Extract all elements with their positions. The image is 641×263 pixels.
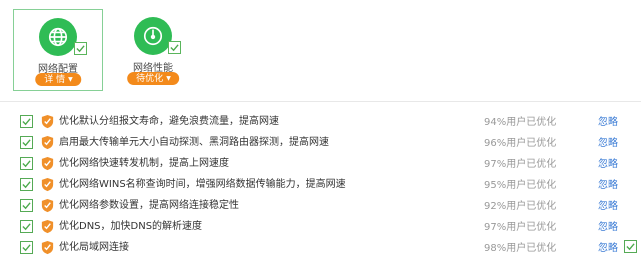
category-panel: 网络配置 详 情 ▼ 网络性能 待优化 ▼ xyxy=(0,0,641,102)
network-config-check-icon xyxy=(74,42,87,55)
item-description: 优化网络快速转发机制，提高上网速度 xyxy=(59,158,229,169)
item-checkbox[interactable] xyxy=(20,178,33,191)
item-description: 启用最大传输单元大小自动探测、黑洞路由器探测，提高网速 xyxy=(59,137,329,148)
item-description: 优化网络WINS名称查询时间，增强网络数据传输能力，提高网速 xyxy=(59,179,346,190)
shield-icon xyxy=(41,114,54,129)
network-config-card[interactable]: 网络配置 详 情 ▼ xyxy=(13,9,103,91)
item-description: 优化网络参数设置，提高网络连接稳定性 xyxy=(59,200,239,211)
shield-icon xyxy=(41,135,54,150)
ignore-link[interactable]: 忽略 xyxy=(598,158,618,172)
item-checkbox[interactable] xyxy=(20,157,33,170)
item-percent: 97%用户已优化 xyxy=(484,159,557,170)
ignore-link[interactable]: 忽略 xyxy=(598,221,618,235)
shield-icon xyxy=(41,198,54,213)
network-performance-card[interactable]: 网络性能 待优化 ▼ xyxy=(108,9,198,91)
details-button-label: 详 情 xyxy=(44,75,66,85)
ignore-link[interactable]: 忽略 xyxy=(598,242,618,256)
ignore-link[interactable]: 忽略 xyxy=(598,116,618,130)
item-percent: 96%用户已优化 xyxy=(484,138,557,149)
list-item: 启用最大传输单元大小自动探测、黑洞路由器探测，提高网速 96%用户已优化 忽略 xyxy=(0,133,641,153)
item-percent: 95%用户已优化 xyxy=(484,180,557,191)
network-performance-check-icon xyxy=(168,41,181,54)
shield-icon xyxy=(41,240,54,255)
divider xyxy=(0,101,641,102)
item-checkbox[interactable] xyxy=(20,220,33,233)
shield-icon xyxy=(41,219,54,234)
speedometer-icon xyxy=(134,17,172,55)
list-item: 优化DNS，加快DNS的解析速度 97%用户已优化 忽略 xyxy=(0,217,641,237)
item-checkbox[interactable] xyxy=(20,199,33,212)
ignore-link[interactable]: 忽略 xyxy=(598,137,618,151)
item-description: 优化局域网连接 xyxy=(59,242,129,253)
list-item: 优化网络快速转发机制，提高上网速度 97%用户已优化 忽略 xyxy=(0,154,641,174)
list-item: 优化网络参数设置，提高网络连接稳定性 92%用户已优化 忽略 xyxy=(0,196,641,216)
shield-icon xyxy=(41,177,54,192)
item-description: 优化默认分组报文寿命，避免浪费流量，提高网速 xyxy=(59,116,279,127)
pending-optimize-button[interactable]: 待优化 ▼ xyxy=(127,72,179,85)
item-percent: 97%用户已优化 xyxy=(484,222,557,233)
ignore-link[interactable]: 忽略 xyxy=(598,179,618,193)
details-button[interactable]: 详 情 ▼ xyxy=(35,73,81,86)
pending-optimize-label: 待优化 xyxy=(136,74,164,84)
item-percent: 94%用户已优化 xyxy=(484,117,557,128)
item-checkbox[interactable] xyxy=(20,136,33,149)
globe-icon xyxy=(39,18,77,56)
item-percent: 92%用户已优化 xyxy=(484,201,557,212)
select-all-checkbox[interactable] xyxy=(624,240,637,253)
ignore-link[interactable]: 忽略 xyxy=(598,200,618,214)
item-percent: 98%用户已优化 xyxy=(484,243,557,254)
shield-icon xyxy=(41,156,54,171)
list-item: 优化默认分组报文寿命，避免浪费流量，提高网速 94%用户已优化 忽略 xyxy=(0,112,641,132)
item-checkbox[interactable] xyxy=(20,241,33,254)
item-checkbox[interactable] xyxy=(20,115,33,128)
list-item: 优化网络WINS名称查询时间，增强网络数据传输能力，提高网速 95%用户已优化 … xyxy=(0,175,641,195)
item-description: 优化DNS，加快DNS的解析速度 xyxy=(59,221,203,232)
caret-down-icon: ▼ xyxy=(166,75,171,82)
list-item: 优化局域网连接 98%用户已优化 忽略 xyxy=(0,238,641,258)
caret-down-icon: ▼ xyxy=(68,76,73,83)
